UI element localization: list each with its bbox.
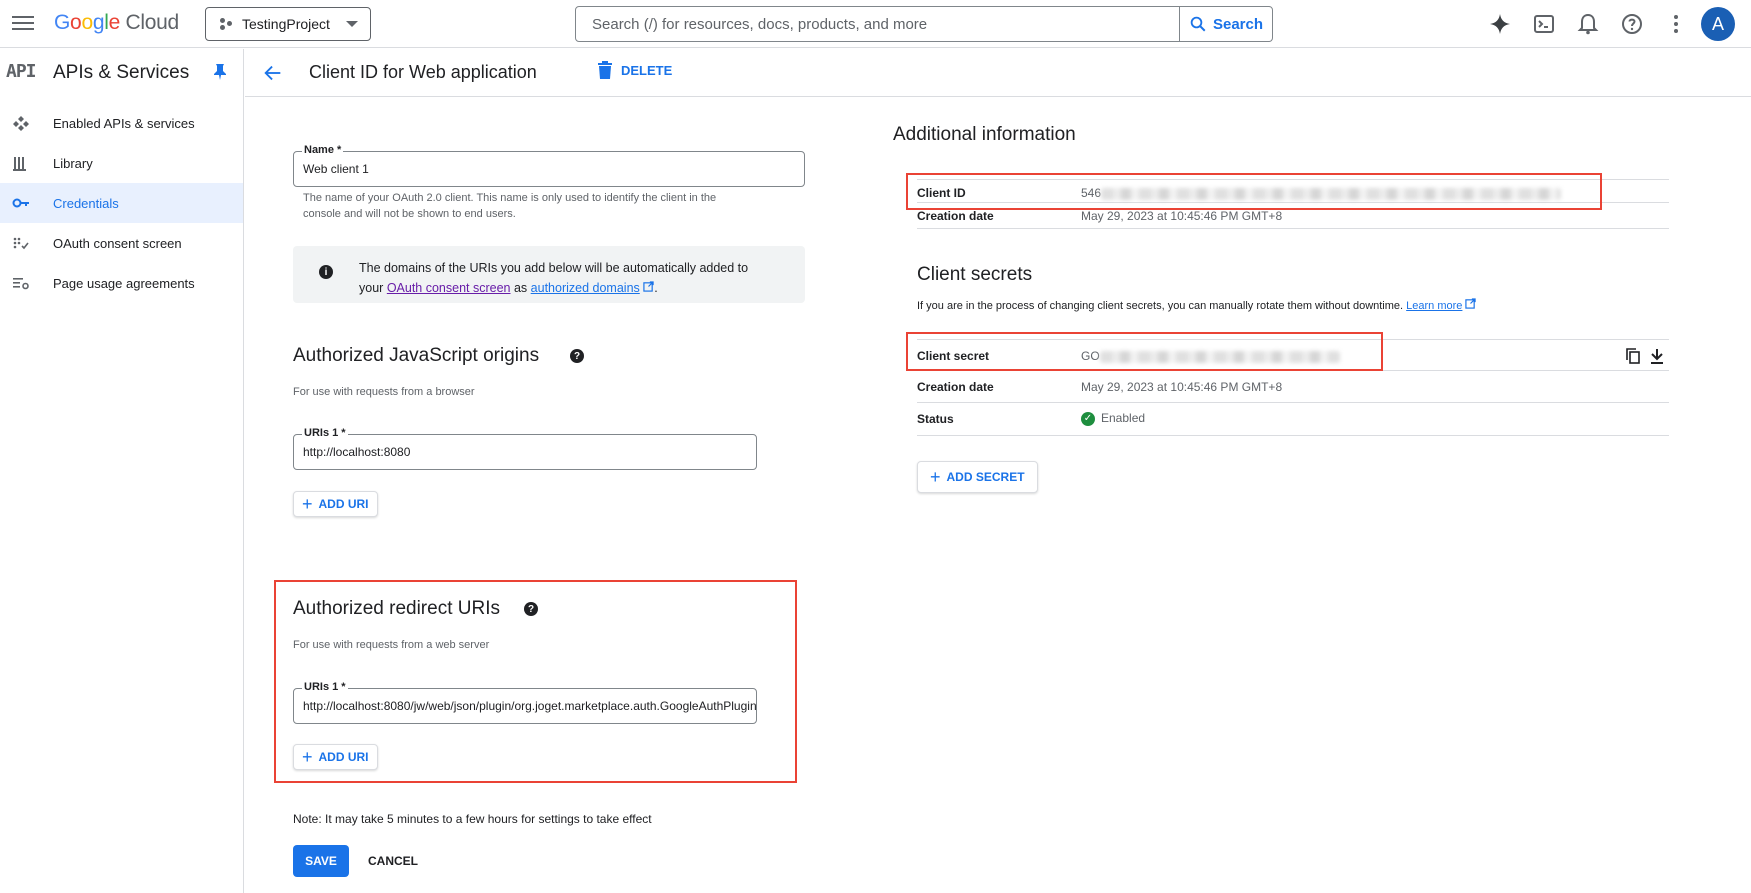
search-icon <box>1190 16 1206 32</box>
copy-icon[interactable] <box>1625 348 1641 364</box>
secret-creation-date-value: May 29, 2023 at 10:45:46 PM GMT+8 <box>1081 380 1283 394</box>
name-input[interactable] <box>294 152 804 186</box>
info-icon: i <box>319 265 333 279</box>
plus-icon: + <box>302 494 313 514</box>
js-origin-uri-field: URIs 1 * <box>293 427 757 470</box>
redirect-uri-label: URIs 1 * <box>302 681 348 693</box>
sidebar-item-page-usage[interactable]: Page usage agreements <box>0 263 243 303</box>
domains-info-text: The domains of the URIs you add below wi… <box>359 261 749 295</box>
sidebar-title: APIs & Services <box>53 62 190 83</box>
apis-icon <box>13 116 29 131</box>
key-icon <box>12 198 29 208</box>
creation-date-value: May 29, 2023 at 10:45:46 PM GMT+8 <box>1081 209 1283 223</box>
sidebar: API APIs & Services Enabled APIs & servi… <box>0 49 244 893</box>
cancel-button[interactable]: CANCEL <box>368 845 418 877</box>
client-id-highlight-box <box>906 173 1602 210</box>
redirect-uri-field: URIs 1 * <box>293 681 757 724</box>
help-icon[interactable] <box>1620 12 1644 36</box>
status-value: ✓ Enabled <box>1081 411 1145 426</box>
settings-list-icon <box>13 278 29 290</box>
sidebar-nav: Enabled APIs & services Library Credenti… <box>0 103 243 303</box>
api-logo-icon: API <box>6 61 36 82</box>
js-origins-help-icon[interactable]: ? <box>570 349 584 363</box>
main-menu-icon[interactable] <box>12 12 34 34</box>
name-field-label: Name * <box>302 144 344 156</box>
client-secrets-description: If you are in the process of changing cl… <box>917 298 1477 312</box>
add-secret-button[interactable]: + ADD SECRET <box>917 461 1038 493</box>
page-title: Client ID for Web application <box>309 62 537 82</box>
plus-icon: + <box>930 466 941 487</box>
sidebar-item-oauth-consent[interactable]: OAuth consent screen <box>0 223 243 263</box>
pin-icon[interactable] <box>212 63 228 81</box>
redirect-uri-input[interactable] <box>294 689 756 723</box>
add-js-origin-uri-button[interactable]: + ADD URI <box>293 491 378 517</box>
library-icon <box>13 157 26 171</box>
name-hint: The name of your OAuth 2.0 client. This … <box>303 192 717 220</box>
client-secret-highlight-box <box>906 332 1383 371</box>
cloud-shell-icon[interactable] <box>1532 12 1556 36</box>
project-name: TestingProject <box>242 16 330 32</box>
redirect-uris-subtitle: For use with requests from a web server <box>293 639 490 651</box>
client-secrets-title: Client secrets <box>917 264 1033 285</box>
project-icon <box>220 18 232 30</box>
add-redirect-uri-button[interactable]: + ADD URI <box>293 744 378 770</box>
gemini-sparkle-icon[interactable] <box>1488 12 1512 36</box>
check-circle-icon: ✓ <box>1081 411 1095 426</box>
google-cloud-logo[interactable]: Google Cloud <box>54 11 179 35</box>
creation-date-key: Creation date <box>917 209 994 223</box>
js-origin-uri-label: URIs 1 * <box>302 427 348 439</box>
page-header: Client ID for Web application DELETE <box>245 49 1751 97</box>
consent-icon <box>13 237 29 250</box>
sidebar-item-library[interactable]: Library <box>0 143 243 183</box>
top-app-bar: Google Cloud TestingProject Search A <box>0 0 1751 48</box>
download-icon[interactable] <box>1649 348 1665 364</box>
plus-icon: + <box>302 747 313 767</box>
learn-more-link[interactable]: Learn more <box>1406 300 1462 312</box>
external-link-icon <box>643 281 654 292</box>
status-key: Status <box>917 412 954 426</box>
dropdown-caret-icon <box>346 21 358 27</box>
save-button[interactable]: SAVE <box>293 845 349 877</box>
domains-info-box: i The domains of the URIs you add below … <box>293 246 805 303</box>
external-link-icon <box>1465 298 1477 309</box>
secret-creation-date-row: Creation date May 29, 2023 at 10:45:46 P… <box>917 371 1669 403</box>
redirect-uris-help-icon[interactable]: ? <box>524 602 538 616</box>
project-picker[interactable]: TestingProject <box>205 7 371 41</box>
trash-icon <box>598 61 612 79</box>
more-vert-icon[interactable] <box>1664 12 1688 36</box>
js-origins-title: Authorized JavaScript origins <box>293 345 540 366</box>
secret-creation-date-key: Creation date <box>917 380 994 394</box>
js-origin-uri-input[interactable] <box>294 435 756 469</box>
sidebar-item-credentials[interactable]: Credentials <box>0 183 243 223</box>
sidebar-header: API APIs & Services <box>0 49 243 97</box>
additional-info-title: Additional information <box>893 124 1076 145</box>
delete-button[interactable]: DELETE <box>597 61 672 79</box>
back-arrow-icon[interactable] <box>262 62 284 84</box>
sidebar-item-enabled-apis[interactable]: Enabled APIs & services <box>0 103 243 143</box>
search-bar: Search <box>575 6 1273 42</box>
authorized-domains-link[interactable]: authorized domains <box>531 281 640 295</box>
oauth-consent-screen-link[interactable]: OAuth consent screen <box>387 281 511 295</box>
search-input[interactable] <box>576 7 1179 41</box>
js-origins-subtitle: For use with requests from a browser <box>293 386 475 398</box>
search-button[interactable]: Search <box>1179 7 1272 41</box>
notifications-bell-icon[interactable] <box>1576 12 1600 36</box>
name-field: Name * <box>293 144 805 187</box>
secret-status-row: Status ✓ Enabled <box>917 403 1669 436</box>
redirect-uris-title: Authorized redirect URIs <box>293 598 500 619</box>
settings-delay-note: Note: It may take 5 minutes to a few hou… <box>293 812 652 826</box>
account-avatar[interactable]: A <box>1701 7 1735 41</box>
